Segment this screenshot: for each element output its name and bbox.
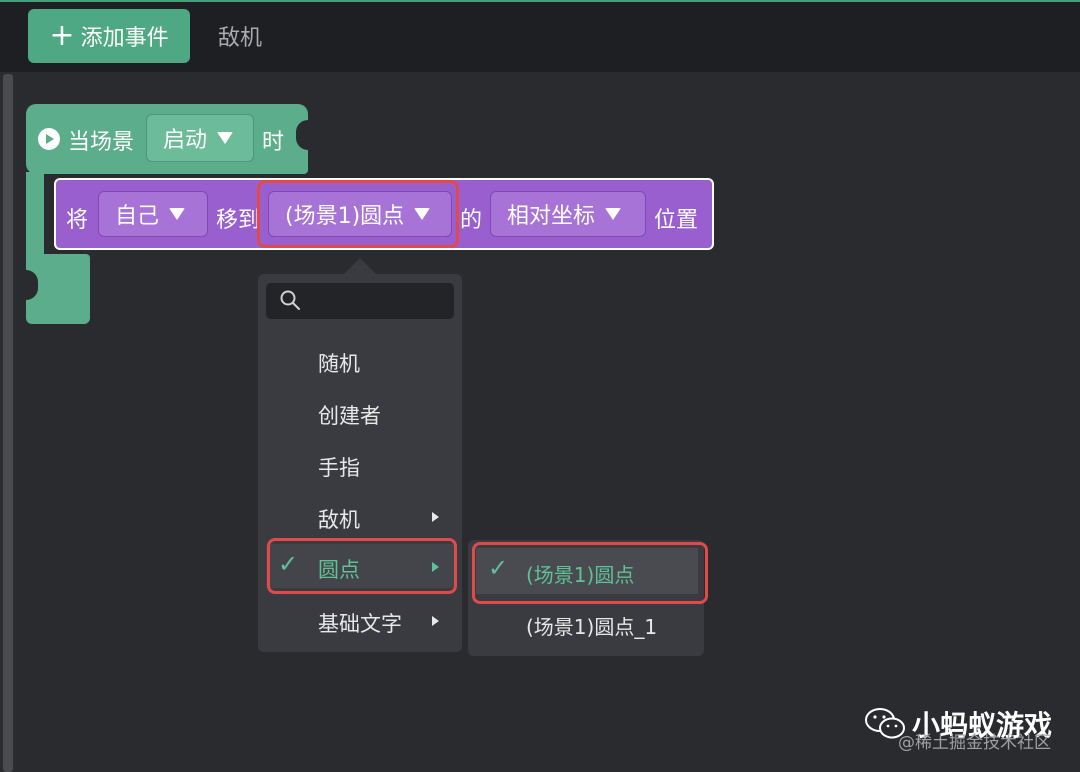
- coord-value: 相对坐标: [507, 204, 596, 229]
- search-icon: [280, 290, 300, 310]
- subject-dropdown[interactable]: 自己: [98, 191, 208, 237]
- dropdown-arrow-icon: [169, 208, 186, 220]
- action-word-2: 移到: [216, 208, 261, 233]
- submenu-item-scene1-dot-1[interactable]: (场景1)圆点_1: [476, 600, 698, 646]
- menu-item-creator[interactable]: 创建者: [266, 390, 454, 434]
- event-suffix: 时: [262, 130, 285, 155]
- dropdown-arrow-icon: [217, 132, 234, 144]
- trigger-value: 启动: [163, 128, 208, 153]
- tab-enemy[interactable]: 敌机: [218, 20, 262, 52]
- submenu-arrow-icon: [432, 616, 439, 626]
- trigger-dropdown[interactable]: 启动: [146, 114, 254, 162]
- menu-item-label: 基础文字: [318, 612, 402, 636]
- menu-item-basic-text[interactable]: 基础文字: [266, 598, 454, 642]
- menu-item-label: 敌机: [318, 508, 360, 532]
- block-notch: [20, 270, 38, 300]
- menu-item-finger[interactable]: 手指: [266, 442, 454, 486]
- subject-value: 自己: [115, 204, 160, 229]
- add-event-label: 添加事件: [80, 26, 169, 51]
- highlight-dot-item: [267, 538, 457, 594]
- block-notch: [296, 120, 314, 150]
- event-prefix: 当场景: [68, 130, 135, 155]
- menu-caret: [344, 258, 376, 274]
- vertical-scrollbar[interactable]: [3, 74, 13, 772]
- menu-item-label: 随机: [318, 352, 360, 376]
- action-word-1: 将: [66, 208, 89, 233]
- menu-item-random[interactable]: 随机: [266, 338, 454, 382]
- highlight-target-dropdown: [257, 180, 459, 248]
- event-block-stem: [26, 172, 44, 262]
- watermark-subtitle: @稀土掘金技术社区: [898, 733, 1051, 753]
- add-event-button[interactable]: + 添加事件: [28, 9, 190, 63]
- menu-item-label: 手指: [318, 456, 360, 480]
- coord-dropdown[interactable]: 相对坐标: [490, 191, 646, 237]
- menu-item-enemy[interactable]: 敌机: [266, 494, 454, 538]
- submenu-arrow-icon: [432, 512, 439, 522]
- highlight-submenu-item: [472, 542, 708, 604]
- menu-item-label: 创建者: [318, 404, 381, 428]
- plus-icon: +: [49, 18, 75, 53]
- dropdown-arrow-icon: [605, 208, 622, 220]
- submenu-item-label: (场景1)圆点_1: [526, 615, 658, 639]
- play-icon: [38, 128, 60, 150]
- action-word-4: 位置: [654, 208, 699, 233]
- action-word-3: 的: [460, 208, 483, 233]
